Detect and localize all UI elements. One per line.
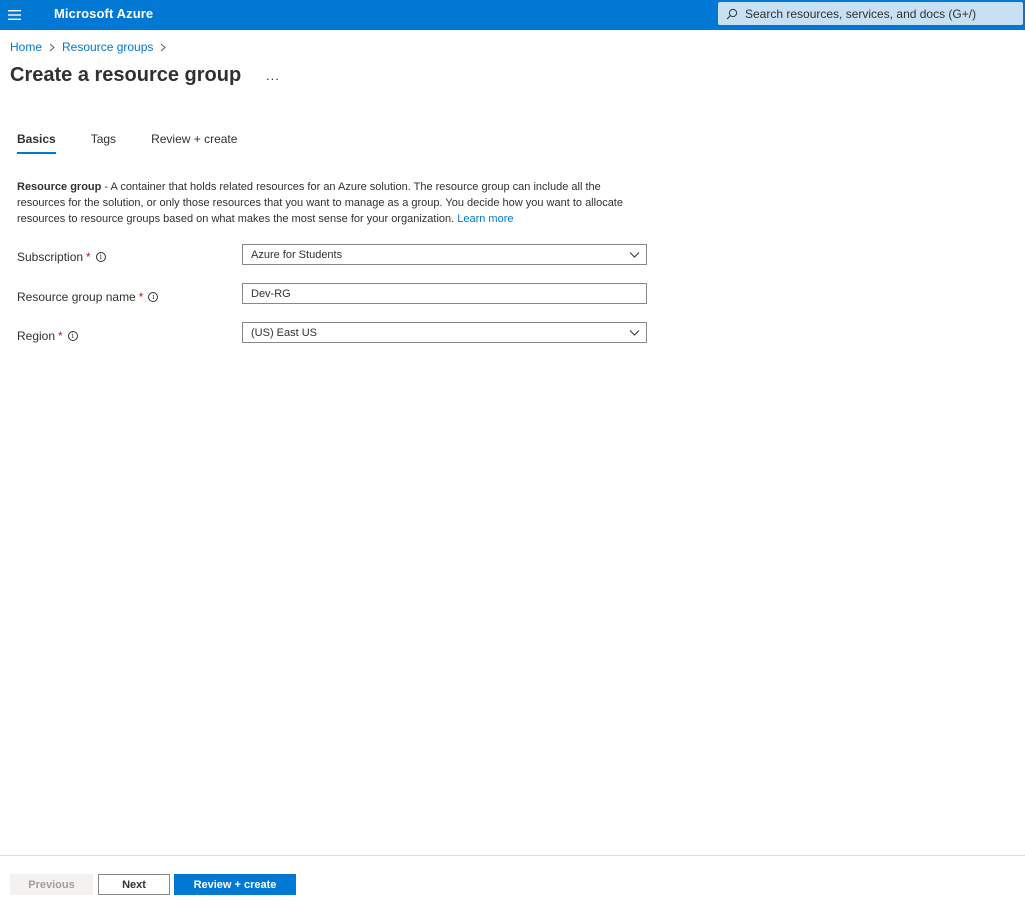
description-term: Resource group xyxy=(17,181,102,193)
tab-tags[interactable]: Tags xyxy=(91,132,116,154)
next-button[interactable]: Next xyxy=(98,874,170,895)
description-text: - A container that holds related resourc… xyxy=(17,181,623,225)
tab-review-create[interactable]: Review + create xyxy=(151,132,237,154)
subscription-value: Azure for Students xyxy=(251,248,343,261)
info-icon[interactable]: i xyxy=(148,292,159,302)
subscription-label: Subscription * i xyxy=(17,250,106,264)
chevron-right-icon xyxy=(49,43,55,52)
info-icon[interactable]: i xyxy=(67,331,78,341)
info-icon[interactable]: i xyxy=(95,252,106,262)
breadcrumb-resource-groups-link[interactable]: Resource groups xyxy=(62,40,153,54)
resource-group-name-input[interactable]: Dev-RG xyxy=(242,283,647,304)
chevron-right-icon xyxy=(160,43,167,52)
region-dropdown[interactable]: (US) East US xyxy=(242,322,647,343)
search-placeholder: Search resources, services, and docs (G+… xyxy=(745,6,977,21)
resource-group-description: Resource group - A container that holds … xyxy=(17,179,647,227)
review-create-button[interactable]: Review + create xyxy=(174,874,296,895)
footer-divider xyxy=(0,855,1025,856)
subscription-dropdown[interactable]: Azure for Students xyxy=(242,244,647,265)
page-title: Create a resource group xyxy=(10,64,242,86)
resource-group-name-value: Dev-RG xyxy=(251,287,291,300)
breadcrumb: Home Resource groups xyxy=(10,40,173,54)
tab-bar: Basics Tags Review + create xyxy=(17,132,272,154)
search-icon xyxy=(726,8,738,19)
region-label: Region * i xyxy=(17,329,78,343)
resource-group-name-label: Resource group name * i xyxy=(17,290,159,304)
subscription-label-text: Subscription xyxy=(17,250,84,264)
resource-group-name-label-text: Resource group name xyxy=(17,290,136,304)
region-label-text: Region xyxy=(17,329,56,343)
required-marker: * xyxy=(138,290,144,304)
breadcrumb-home-link[interactable]: Home xyxy=(10,40,42,54)
chevron-down-icon xyxy=(629,330,640,336)
hamburger-menu-icon[interactable] xyxy=(4,2,24,28)
brand-title[interactable]: Microsoft Azure xyxy=(54,6,153,21)
required-marker: * xyxy=(58,329,63,343)
top-bar: Microsoft Azure Search resources, servic… xyxy=(0,0,1025,30)
region-value: (US) East US xyxy=(251,326,318,339)
chevron-down-icon xyxy=(629,252,640,258)
tab-basics[interactable]: Basics xyxy=(17,132,56,154)
learn-more-link[interactable]: Learn more xyxy=(457,213,513,225)
global-search-input[interactable]: Search resources, services, and docs (G+… xyxy=(718,2,1023,25)
required-marker: * xyxy=(86,250,91,264)
more-options-icon[interactable]: ... xyxy=(266,68,280,83)
previous-button[interactable]: Previous xyxy=(10,874,93,895)
